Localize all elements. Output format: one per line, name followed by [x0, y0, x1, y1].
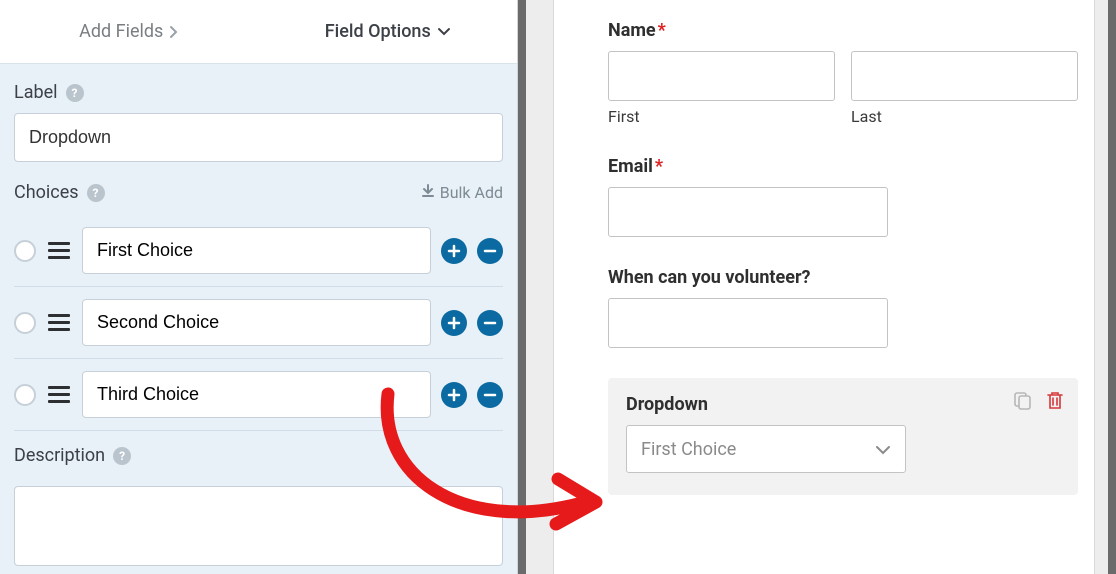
panel-divider	[518, 0, 554, 574]
tab-field-options-label: Field Options	[325, 21, 431, 42]
bulk-add-button[interactable]: Bulk Add	[421, 183, 503, 202]
description-textarea[interactable]	[14, 486, 503, 566]
sidebar: Add Fields Field Options Label ?	[0, 0, 518, 574]
required-asterisk: *	[655, 156, 663, 177]
dropdown-selected-text: First Choice	[641, 439, 736, 460]
tab-add-fields-label: Add Fields	[79, 21, 163, 42]
name-label: Name*	[608, 20, 1078, 41]
field-dropdown-selected[interactable]: Dropdown First Choice	[608, 378, 1078, 495]
dropdown-label: Dropdown	[626, 394, 1060, 415]
chevron-down-icon	[437, 27, 451, 37]
choice-row	[14, 215, 503, 287]
add-choice-button[interactable]	[441, 310, 467, 336]
choice-input[interactable]	[82, 371, 431, 418]
add-choice-button[interactable]	[441, 382, 467, 408]
default-radio[interactable]	[14, 384, 36, 406]
volunteer-input[interactable]	[608, 298, 888, 348]
choice-input[interactable]	[82, 227, 431, 274]
default-radio[interactable]	[14, 312, 36, 334]
volunteer-label: When can you volunteer?	[608, 267, 1078, 288]
chevron-down-icon	[875, 439, 891, 460]
description-title: Description	[14, 445, 105, 466]
last-name-input[interactable]	[851, 51, 1078, 101]
form-preview: Name* First Last Email*	[554, 0, 1116, 574]
field-email[interactable]: Email*	[608, 156, 1078, 237]
field-options-panel: Label ? Choices ? Bulk Add	[0, 64, 517, 570]
label-section-header: Label ?	[14, 82, 503, 103]
right-edge	[1094, 0, 1116, 574]
drag-handle-icon[interactable]	[46, 314, 72, 331]
email-label: Email*	[608, 156, 1078, 177]
help-icon[interactable]: ?	[87, 184, 105, 202]
duplicate-icon[interactable]	[1012, 390, 1032, 410]
chevron-right-icon	[169, 25, 179, 39]
name-label-text: Name	[608, 20, 656, 41]
email-label-text: Email	[608, 156, 653, 177]
description-section: Description ?	[14, 445, 503, 570]
tab-field-options[interactable]: Field Options	[259, 0, 518, 63]
email-input[interactable]	[608, 187, 888, 237]
remove-choice-button[interactable]	[477, 310, 503, 336]
field-actions	[1012, 390, 1064, 410]
label-input[interactable]	[14, 113, 503, 162]
drag-handle-icon[interactable]	[46, 386, 72, 403]
label-title: Label	[14, 82, 58, 103]
drag-handle-icon[interactable]	[46, 242, 72, 259]
remove-choice-button[interactable]	[477, 238, 503, 264]
choice-row	[14, 359, 503, 431]
choice-input[interactable]	[82, 299, 431, 346]
first-name-input[interactable]	[608, 51, 835, 101]
field-volunteer[interactable]: When can you volunteer?	[608, 267, 1078, 348]
description-header: Description ?	[14, 445, 503, 466]
default-radio[interactable]	[14, 240, 36, 262]
help-icon[interactable]: ?	[113, 447, 131, 465]
required-asterisk: *	[658, 20, 666, 41]
choice-row	[14, 287, 503, 359]
download-icon	[421, 183, 435, 202]
choices-title: Choices	[14, 182, 79, 203]
bulk-add-label: Bulk Add	[440, 183, 503, 202]
first-sublabel: First	[608, 107, 835, 126]
field-name[interactable]: Name* First Last	[608, 20, 1078, 126]
remove-choice-button[interactable]	[477, 382, 503, 408]
choices-header: Choices ? Bulk Add	[14, 182, 503, 203]
add-choice-button[interactable]	[441, 238, 467, 264]
tab-add-fields[interactable]: Add Fields	[0, 0, 259, 63]
last-sublabel: Last	[851, 107, 1078, 126]
choices-section-header: Choices ?	[14, 182, 105, 203]
dropdown-select[interactable]: First Choice	[626, 425, 906, 473]
trash-icon[interactable]	[1046, 390, 1064, 410]
tabs: Add Fields Field Options	[0, 0, 517, 64]
help-icon[interactable]: ?	[66, 84, 84, 102]
